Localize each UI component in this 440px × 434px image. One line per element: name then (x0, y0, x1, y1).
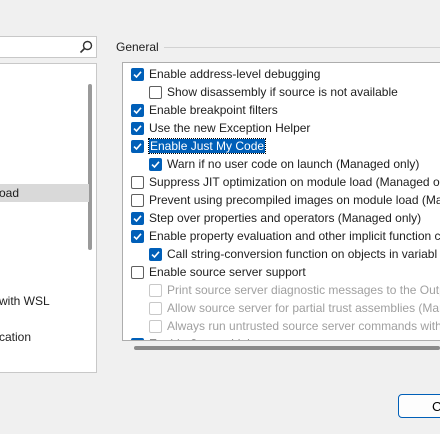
tree-item-label: with WSL (0, 294, 50, 308)
general-options-list[interactable]: Enable address-level debugging Show disas… (122, 62, 440, 341)
checkbox[interactable] (149, 85, 162, 99)
option-row[interactable]: Show disassembly if source is not availa… (149, 83, 398, 101)
option-label: Allow source server for partial trust as… (167, 301, 440, 315)
checkbox-checked[interactable] (131, 103, 144, 117)
checkbox-checked[interactable] (131, 211, 144, 225)
option-label: Enable Source Link support (149, 337, 296, 340)
options-tree[interactable]: oad with WSL cation (0, 63, 97, 373)
option-row[interactable]: Call string-conversion function on objec… (149, 245, 437, 263)
option-row[interactable]: Allow source server for partial trust as… (149, 299, 440, 317)
checkbox (149, 301, 162, 315)
option-row[interactable]: Print source server diagnostic messages … (149, 281, 440, 299)
checkbox-checked[interactable] (131, 139, 144, 153)
checkbox-checked[interactable] (149, 157, 162, 171)
checkbox[interactable] (131, 175, 144, 189)
option-label: Enable breakpoint filters (149, 103, 278, 117)
checkbox[interactable] (131, 193, 144, 207)
option-row[interactable]: Warn if no user code on launch (Managed … (149, 155, 419, 173)
checkbox-checked[interactable] (149, 247, 162, 261)
option-label: Use the new Exception Helper (149, 121, 311, 135)
option-row[interactable]: Suppress JIT optimization on module load… (131, 173, 440, 191)
option-label: Print source server diagnostic messages … (167, 283, 440, 297)
tree-item-label: cation (0, 330, 32, 344)
search-input[interactable] (0, 36, 97, 58)
option-label: Prevent using precompiled images on modu… (149, 193, 440, 207)
tree-item-label: oad (0, 186, 20, 200)
option-label: Always run untrusted source server comma… (167, 319, 440, 333)
option-row[interactable]: Enable source server support (131, 263, 306, 281)
checkbox (149, 319, 162, 333)
option-row[interactable]: Use the new Exception Helper (131, 119, 310, 137)
option-row[interactable]: Enable address-level debugging (131, 65, 320, 83)
checkbox (149, 283, 162, 297)
checkbox-checked[interactable] (131, 67, 144, 81)
option-row[interactable]: Always run untrusted source server comma… (149, 317, 440, 335)
option-row[interactable]: Enable Source Link support (131, 335, 296, 340)
ok-button[interactable]: C (398, 394, 440, 418)
group-divider (164, 47, 440, 48)
tree-item[interactable]: oad (0, 184, 89, 202)
option-label: Enable address-level debugging (149, 67, 321, 81)
option-label: Warn if no user code on launch (Managed … (167, 157, 420, 171)
tree-item[interactable]: cation (0, 328, 89, 346)
option-label: Step over properties and operators (Mana… (149, 211, 422, 225)
option-row[interactable]: Enable property evaluation and other imp… (131, 227, 440, 245)
tree-scrollbar-thumb[interactable] (88, 84, 92, 250)
option-row[interactable]: Enable breakpoint filters (131, 101, 278, 119)
option-label: Enable source server support (149, 265, 306, 279)
checkbox[interactable] (131, 265, 144, 279)
checkbox-checked[interactable] (131, 121, 144, 135)
checkbox-checked[interactable] (131, 229, 144, 243)
group-title: General (116, 40, 159, 54)
checkbox-checked[interactable] (131, 337, 144, 340)
option-label: Enable property evaluation and other imp… (149, 229, 440, 243)
option-row[interactable]: Enable Just My Code (131, 137, 267, 155)
option-label: Show disassembly if source is not availa… (167, 85, 398, 99)
option-label: Enable Just My Code (147, 138, 267, 154)
option-row[interactable]: Step over properties and operators (Mana… (131, 209, 421, 227)
horizontal-scrollbar-thumb[interactable] (134, 346, 440, 350)
option-row[interactable]: Prevent using precompiled images on modu… (131, 191, 440, 209)
tree-item[interactable]: with WSL (0, 292, 89, 310)
search-icon[interactable] (79, 40, 93, 54)
option-label: Suppress JIT optimization on module load… (149, 175, 440, 189)
option-label: Call string-conversion function on objec… (167, 247, 438, 261)
